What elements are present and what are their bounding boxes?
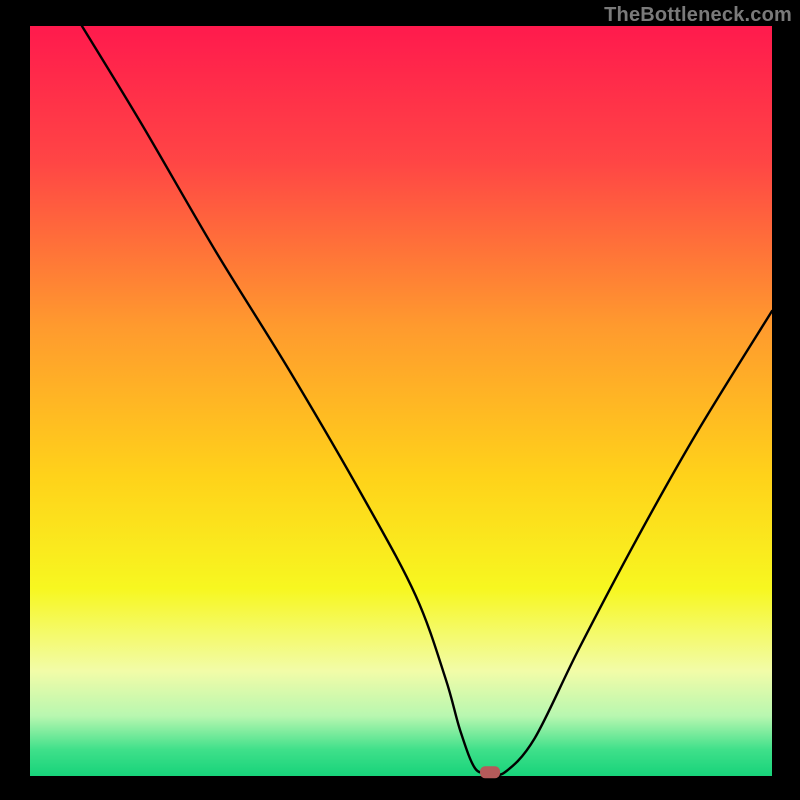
chart-container: TheBottleneck.com: [0, 0, 800, 800]
min-marker: [480, 766, 500, 778]
watermark-text: TheBottleneck.com: [604, 4, 792, 27]
chart-svg: [0, 0, 800, 800]
plot-background: [30, 26, 772, 776]
